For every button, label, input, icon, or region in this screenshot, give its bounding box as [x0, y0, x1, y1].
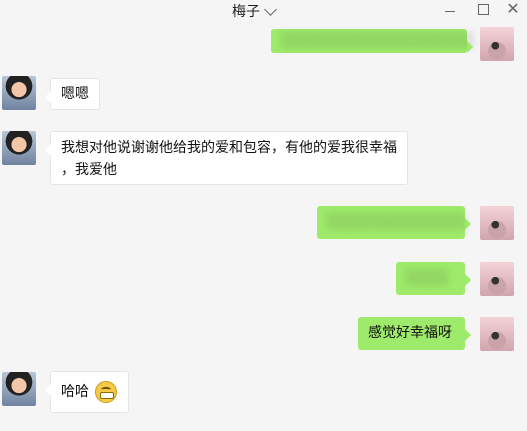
outgoing-message-bubble[interactable]: ░░░░░░░░░░░░░: [317, 206, 471, 239]
message-text-line: ，我爱他: [61, 162, 117, 178]
maximize-button[interactable]: [474, 0, 492, 18]
title-bar: 梅子 ✕: [0, 0, 527, 22]
maximize-icon: [477, 3, 489, 15]
minimize-button[interactable]: [441, 0, 459, 18]
self-avatar[interactable]: [480, 206, 514, 240]
outgoing-message-bubble[interactable]: ░░░░░░░░░░░░░░░░░░: [271, 29, 475, 53]
chevron-down-icon[interactable]: [264, 2, 277, 16]
incoming-message-bubble[interactable]: 嗯嗯: [45, 78, 100, 110]
outgoing-message-bubble[interactable]: ░░░░: [396, 262, 471, 295]
message-text-line: 我想对他说谢谢他给我的爱和包容，有他的爱我很幸福: [61, 140, 397, 156]
outgoing-message-bubble[interactable]: 感觉好幸福呀: [358, 317, 471, 350]
close-icon: ✕: [506, 0, 520, 18]
message-text: ░░░░░░░░░░░░░: [327, 214, 467, 230]
contact-avatar[interactable]: [2, 76, 36, 110]
contact-name: 梅子: [232, 4, 260, 20]
self-avatar[interactable]: [480, 27, 514, 61]
message-text: 哈哈: [61, 384, 89, 400]
incoming-message-bubble[interactable]: 我想对他说谢谢他给我的爱和包容，有他的爱我很幸福 ，我爱他: [45, 131, 408, 185]
message-text: ░░░░: [406, 270, 450, 286]
contact-avatar[interactable]: [2, 131, 36, 165]
grinning-face-emoji-icon: [95, 381, 118, 403]
incoming-message-bubble[interactable]: 哈哈: [45, 371, 129, 413]
message-text: ░░░░░░░░░░░░░░░░░░: [281, 33, 475, 49]
minimize-icon: [445, 10, 455, 12]
message-text: 嗯嗯: [61, 86, 89, 102]
self-avatar[interactable]: [480, 317, 514, 351]
close-button[interactable]: ✕: [504, 0, 522, 18]
message-text: 感觉好幸福呀: [368, 325, 452, 341]
self-avatar[interactable]: [480, 262, 514, 296]
contact-avatar[interactable]: [2, 372, 36, 406]
chat-title[interactable]: 梅子: [232, 1, 277, 21]
